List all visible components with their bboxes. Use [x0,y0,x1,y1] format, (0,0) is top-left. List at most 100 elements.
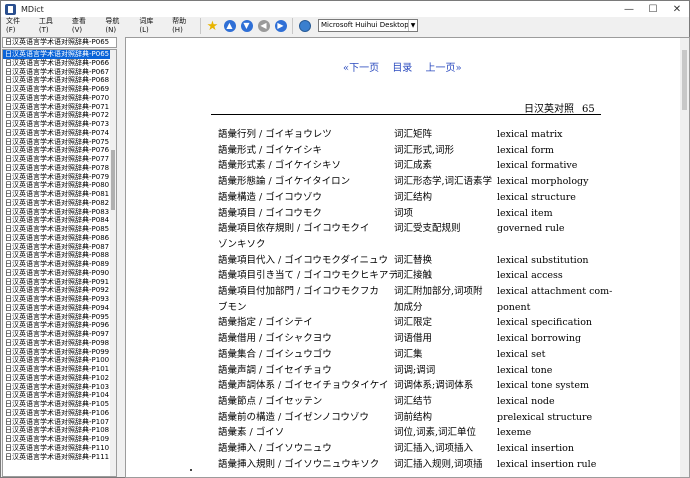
close-button[interactable]: ✕ [665,1,689,17]
back-button[interactable]: ▲ [222,19,237,34]
list-item[interactable]: 日汉英语言学术语对照辞典-P106 [3,409,111,418]
next-button[interactable]: ▶ [273,19,288,34]
menu-nav[interactable]: 导航 (N) [100,16,134,34]
entry-chinese: 词调体系;调词体系 [394,380,474,392]
list-item[interactable]: 日汉英语言学术语对照辞典-P075 [3,138,111,147]
entry-row: 語彙行列 / ゴイギョウレツ 词汇矩阵 lexical matrix [126,127,681,143]
entry-english: lexical structure [497,191,576,203]
menu-tools[interactable]: 工具 (T) [34,16,67,34]
entry-row: 語彙前の構造 / ゴイゼンノコウゾウ 词前结构 prelexical structu… [126,410,681,426]
list-item[interactable]: 日汉英语言学术语对照辞典-P108 [3,426,111,435]
content-scrollbar[interactable] [680,38,689,477]
list-item[interactable]: 日汉英语言学术语对照辞典-P110 [3,444,111,453]
maximize-button[interactable]: ☐ [641,1,665,17]
list-item[interactable]: 日汉英语言学术语对照辞典-P090 [3,269,111,278]
list-item[interactable]: 日汉英语言学术语对照辞典-P082 [3,199,111,208]
list-item[interactable]: 日汉英语言学术语对照辞典-P097 [3,330,111,339]
menu-view[interactable]: 查看 (V) [67,16,101,34]
list-item[interactable]: 日汉英语言学术语对照辞典-P092 [3,286,111,295]
next-icon: ▶ [274,20,287,32]
list-item[interactable]: 日汉英语言学术语对照辞典-P069 [3,85,111,94]
list-item[interactable]: 日汉英语言学术语对照辞典-P089 [3,260,111,269]
list-item[interactable]: 日汉英语言学术语对照辞典-P083 [3,208,111,217]
content-scrollbar-thumb[interactable] [682,50,687,110]
list-item[interactable]: 日汉英语言学术语对照辞典-P107 [3,418,111,427]
list-item[interactable]: 日汉英语言学术语对照辞典-P098 [3,339,111,348]
pane-splitter[interactable] [118,37,125,477]
speak-button[interactable] [297,19,312,34]
menu-library[interactable]: 词库 (L) [134,16,167,34]
list-item[interactable]: 日汉英语言学术语对照辞典-P070 [3,94,111,103]
entry-row: 語彙形態論 / ゴイケイタイロン 词汇形态学,词汇语素学 lexical morph… [126,174,681,190]
list-item[interactable]: 日汉英语言学术语对照辞典-P078 [3,164,111,173]
list-scrollbar[interactable] [110,50,116,476]
list-item[interactable]: 日汉英语言学术语对照辞典-P077 [3,155,111,164]
list-item[interactable]: 日汉英语言学术语对照辞典-P095 [3,313,111,322]
entry-row: 語彙節点 / ゴイセッテン 词汇结节 lexical node [126,394,681,410]
list-item[interactable]: 日汉英语言学术语对照辞典-P094 [3,304,111,313]
list-item[interactable]: 日汉英语言学术语对照辞典-P100 [3,356,111,365]
chevron-down-icon[interactable]: ▼ [408,20,417,31]
entry-row: ブモン 加成分 ponent [126,300,681,316]
window-controls: — ☐ ✕ [617,1,689,17]
entry-english: lexical item [497,207,553,219]
list-item[interactable]: 日汉英语言学术语对照辞典-P104 [3,391,111,400]
entry-chinese: 词汇替换 [394,254,433,266]
list-item[interactable]: 日汉英语言学术语对照辞典-P093 [3,295,111,304]
entry-chinese: 词汇形态学,词汇语素学 [394,176,493,188]
star-icon: ★ [206,18,219,34]
forward-button[interactable]: ▼ [239,19,254,34]
voice-select[interactable]: Microsoft Huihui Desktop - C ▼ [318,19,418,32]
entry-english: lexical specification [497,317,593,329]
entry-japanese: 語彙節点 / ゴイセッテン [218,395,323,407]
list-item[interactable]: 日汉英语言学术语对照辞典-P073 [3,120,111,129]
entry-japanese: 語彙構造 / ゴイコウゾウ [218,191,322,203]
list-item[interactable]: 日汉英语言学术语对照辞典-P091 [3,278,111,287]
headword-list: 日汉英语言学术语对照辞典-P065 日汉英语言学术语对照辞典-P066 日汉英语言学… [2,49,117,477]
list-item[interactable]: 日汉英语言学术语对照辞典-P066 [3,59,111,68]
list-item[interactable]: 日汉英语言学术语对照辞典-P109 [3,435,111,444]
entry-chinese: 词汇形式,词形 [394,144,455,156]
entry-english: lexical access [497,270,563,282]
entry-row: 語彙項目代入 / ゴイコウモクダイニュウ 词汇替换 lexical substitu… [126,253,681,269]
list-item[interactable]: 日汉英语言学术语对照辞典-P071 [3,103,111,112]
list-scrollbar-thumb[interactable] [111,150,115,210]
minimize-button[interactable]: — [617,1,641,17]
entry-japanese: ブモン [218,301,247,313]
menu-help[interactable]: 帮助 (H) [167,16,201,34]
list-item[interactable]: 日汉英语言学术语对照辞典-P105 [3,400,111,409]
prev-button[interactable]: ◀ [256,19,271,34]
toolbar-separator [200,18,201,34]
entry-english: lexical tone system [497,380,589,392]
list-item[interactable]: 日汉英语言学术语对照辞典-P081 [3,190,111,199]
list-item[interactable]: 日汉英语言学术语对照辞典-P072 [3,111,111,120]
list-item[interactable]: 日汉英语言学术语对照辞典-P076 [3,146,111,155]
list-item[interactable]: 日汉英语言学术语对照辞典-P067 [3,68,111,77]
list-item[interactable]: 日汉英语言学术语对照辞典-P096 [3,321,111,330]
entry-chinese: 词汇接触 [394,270,433,282]
list-item[interactable]: 日汉英语言学术语对照辞典-P085 [3,225,111,234]
list-item[interactable]: 日汉英语言学术语对照辞典-P103 [3,383,111,392]
list-item[interactable]: 日汉英语言学术语对照辞典-P087 [3,243,111,252]
search-input[interactable]: 日汉英语言学术语对照辞典-P065 [2,37,117,48]
list-item[interactable]: 日汉英语言学术语对照辞典-P079 [3,173,111,182]
list-item[interactable]: 日汉英语言学术语对照辞典-P088 [3,251,111,260]
list-item[interactable]: 日汉英语言学术语对照辞典-P080 [3,181,111,190]
list-item[interactable]: 日汉英语言学术语对照辞典-P101 [3,365,111,374]
entry-english: ponent [497,301,531,313]
list-item[interactable]: 日汉英语言学术语对照辞典-P111 [3,453,111,462]
list-item[interactable]: 日汉英语言学术语对照辞典-P074 [3,129,111,138]
entry-english: lexeme [497,427,532,439]
list-item[interactable]: 日汉英语言学术语对照辞典-P068 [3,76,111,85]
entry-row: 語彙集合 / ゴイシュウゴウ 词汇集 lexical set [126,347,681,363]
list-item[interactable]: 日汉英语言学术语对照辞典-P084 [3,216,111,225]
menu-file[interactable]: 文件 (F) [1,16,34,34]
entry-english: prelexical structure [497,411,593,423]
list-item[interactable]: 日汉英语言学术语对照辞典-P065 [3,50,111,59]
favorite-button[interactable]: ★ [205,19,220,34]
entry-row: 語彙声調体系 / ゴイセイチョウタイケイ 词调体系;调词体系 lexical ton… [126,378,681,394]
list-item[interactable]: 日汉英语言学术语对照辞典-P102 [3,374,111,383]
list-item[interactable]: 日汉英语言学术语对照辞典-P086 [3,234,111,243]
entry-japanese: 語彙項目代入 / ゴイコウモクダイニュウ [218,254,388,266]
list-item[interactable]: 日汉英语言学术语对照辞典-P099 [3,348,111,357]
